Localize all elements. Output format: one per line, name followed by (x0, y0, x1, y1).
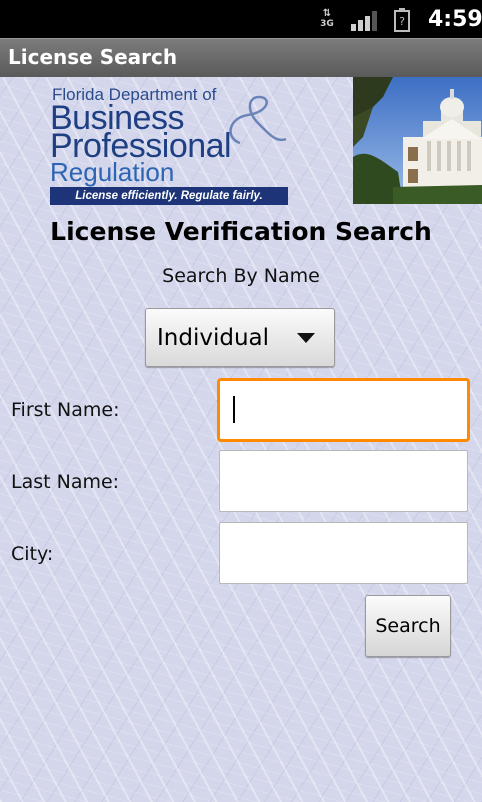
clock: 4:59 (428, 7, 482, 32)
city-field[interactable] (219, 522, 468, 584)
battery-icon: ? (394, 8, 410, 32)
license-type-value: Individual (157, 325, 270, 351)
last-name-field[interactable] (219, 450, 468, 512)
first-name-label: First Name: (11, 399, 120, 421)
city-label: City: (11, 543, 54, 565)
text-cursor (233, 396, 235, 423)
first-name-field[interactable] (217, 378, 470, 442)
content-area: Florida Department of Business Professio… (0, 77, 482, 802)
license-type-dropdown[interactable]: Individual (145, 308, 335, 367)
network-3g-icon: ⇅ 3G (318, 9, 336, 31)
status-bar: ⇅ 3G ? 4:59 (0, 0, 482, 38)
network-label: 3G (320, 19, 334, 29)
chevron-down-icon (297, 333, 315, 343)
title-bar: License Search (0, 38, 482, 77)
last-name-label: Last Name: (11, 471, 120, 493)
svg-text:?: ? (399, 15, 405, 28)
signal-icon (351, 11, 377, 31)
logo-line4: Regulation (50, 157, 175, 187)
capitol-photo (353, 77, 482, 204)
dbpr-logo: Florida Department of Business Professio… (50, 85, 290, 205)
search-by-name-label: Search By Name (162, 265, 320, 287)
logo-tagline: License efficiently. Regulate fairly. (50, 187, 288, 205)
app-title: License Search (8, 45, 178, 69)
search-button[interactable]: Search (365, 595, 451, 657)
page-heading: License Verification Search (50, 217, 432, 246)
